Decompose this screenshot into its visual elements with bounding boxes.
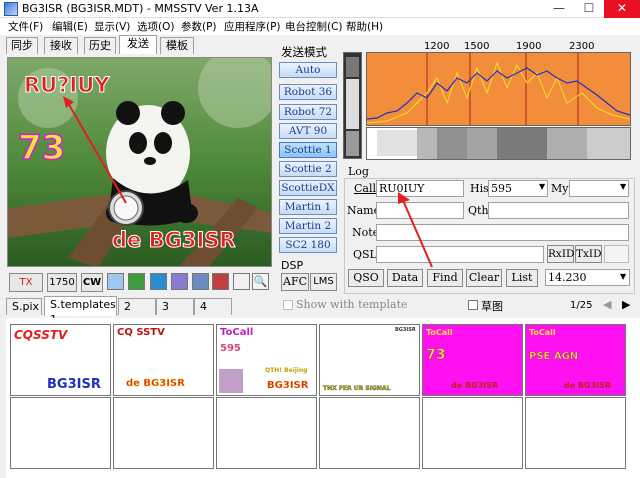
my-dropdown-icon[interactable]: ▼ — [620, 182, 626, 191]
txid-button[interactable]: TxID — [575, 245, 602, 263]
qso-button[interactable]: QSO — [348, 269, 384, 287]
color-bar-icon[interactable] — [212, 273, 229, 290]
cw-button[interactable]: CW — [81, 273, 103, 292]
menu-radio[interactable]: 电台控制(C) — [285, 19, 343, 34]
draft-label: 草图 — [481, 300, 503, 313]
edit-icon[interactable] — [192, 273, 209, 290]
template-cell-empty[interactable] — [319, 397, 420, 469]
qth-field[interactable] — [488, 202, 629, 219]
waterfall-display[interactable] — [366, 127, 631, 160]
tab-spix[interactable]: S.pix — [6, 298, 42, 315]
window-title: BG3ISR (BG3ISR.MDT) - MMSSTV Ver 1.13A — [22, 2, 259, 15]
timer-field[interactable]: 1750 — [47, 273, 77, 292]
blank-icon[interactable] — [233, 273, 250, 290]
show-with-template-checkbox[interactable] — [283, 300, 293, 310]
mode-martin2-button[interactable]: Martin 2 — [279, 218, 337, 234]
his-label: His — [470, 182, 489, 195]
tab-receive[interactable]: 接收 — [44, 37, 78, 54]
tab-template[interactable]: 模板 — [160, 37, 194, 54]
freq-label-1200: 1200 — [424, 41, 450, 52]
freq-label-1900: 1900 — [516, 41, 542, 52]
clear-button[interactable]: Clear — [466, 269, 502, 287]
title-bar: BG3ISR (BG3ISR.MDT) - MMSSTV Ver 1.13A —… — [0, 0, 640, 18]
template-cell[interactable]: CQSSTV BG3ISR — [10, 324, 111, 396]
maximize-button[interactable]: ☐ — [574, 0, 604, 18]
qsl-label: QSL — [353, 248, 377, 261]
level-meter — [343, 52, 362, 159]
afc-button[interactable]: AFC — [281, 273, 309, 291]
tab-templates-1[interactable]: S.templates 1 — [44, 296, 117, 326]
his-dropdown-icon[interactable]: ▼ — [539, 182, 545, 191]
menu-options[interactable]: 选项(O) — [137, 19, 174, 34]
mode-sc2180-button[interactable]: SC2 180 — [279, 237, 337, 253]
template-cell[interactable]: ToCall 73 de BG3ISR — [422, 324, 523, 396]
minimize-button[interactable]: — — [544, 0, 574, 18]
mode-scottiedx-button[interactable]: ScottieDX — [279, 180, 337, 196]
template-cell-empty[interactable] — [216, 397, 317, 469]
template-cell[interactable]: CQ SSTV de BG3ISR — [113, 324, 214, 396]
close-button[interactable]: ✕ — [604, 0, 640, 18]
menu-apps[interactable]: 应用程序(P) — [224, 19, 281, 34]
spectrum-display[interactable] — [366, 52, 631, 126]
overlay-call-text: RU?IUY — [23, 73, 110, 98]
tx-button[interactable]: TX — [9, 273, 43, 292]
menu-view[interactable]: 显示(V) — [94, 19, 130, 34]
show-with-template-label: Show with template — [296, 298, 408, 311]
mode-scottie1-button[interactable]: Scottie 1 — [279, 142, 337, 158]
draft-checkbox[interactable] — [468, 300, 478, 310]
mode-avt90-button[interactable]: AVT 90 — [279, 123, 337, 139]
mode-auto-button[interactable]: Auto — [279, 62, 337, 78]
template-cell[interactable]: ToCall 595 QTH! Beijing BG3ISR — [216, 324, 317, 396]
template-cell-empty[interactable] — [113, 397, 214, 469]
rxid-button[interactable]: RxID — [547, 245, 574, 263]
mode-martin1-button[interactable]: Martin 1 — [279, 199, 337, 215]
tab-send[interactable]: 发送 — [119, 35, 157, 54]
freq-label-2300: 2300 — [569, 41, 595, 52]
menu-edit[interactable]: 编辑(E) — [52, 19, 88, 34]
log-heading: Log — [348, 165, 369, 178]
template-cell-empty[interactable] — [10, 397, 111, 469]
template-cell-empty[interactable] — [422, 397, 523, 469]
dsp-heading: DSP — [281, 259, 304, 272]
qth-label: Qth — [468, 204, 489, 217]
tx-mode-heading: 发送模式 — [281, 45, 327, 59]
zoom-icon[interactable]: 🔍 — [252, 273, 269, 290]
prev-page-icon[interactable]: ◀ — [603, 298, 611, 311]
template-cell[interactable]: BG3ISR TNX FER UR SIGNAL — [319, 324, 420, 396]
tab-templates-3[interactable]: 3 — [156, 298, 194, 315]
image-tool-icon[interactable] — [107, 273, 124, 290]
open-image-icon[interactable] — [128, 273, 145, 290]
call-label: Call — [354, 182, 377, 195]
app-icon — [4, 2, 18, 16]
list-button[interactable]: List — [506, 269, 538, 287]
paste-image-icon[interactable] — [150, 273, 167, 290]
mode-robot36-button[interactable]: Robot 36 — [279, 84, 337, 100]
template-cell[interactable]: ToCall PSE AGN de BG3ISR — [525, 324, 626, 396]
menu-bar: 文件(F) 编辑(E) 显示(V) 选项(O) 参数(P) 应用程序(P) 电台… — [0, 18, 640, 35]
recall-icon[interactable] — [604, 245, 629, 263]
lms-button[interactable]: LMS — [310, 273, 337, 291]
mode-scottie2-button[interactable]: Scottie 2 — [279, 161, 337, 177]
frequency-dropdown-icon[interactable]: ▼ — [620, 272, 626, 281]
template-cell-empty[interactable] — [525, 397, 626, 469]
template-icon[interactable] — [171, 273, 188, 290]
overlay-signature-text: de BG3ISR — [112, 228, 237, 253]
page-indicator: 1/25 — [570, 300, 593, 311]
mode-robot72-button[interactable]: Robot 72 — [279, 104, 337, 120]
my-label: My — [551, 182, 569, 195]
tab-history[interactable]: 历史 — [84, 37, 116, 54]
menu-file[interactable]: 文件(F) — [8, 19, 43, 34]
freq-label-1500: 1500 — [464, 41, 490, 52]
tab-sync[interactable]: 同步 — [6, 37, 38, 54]
menu-help[interactable]: 帮助(H) — [346, 19, 383, 34]
frequency-select[interactable]: 14.230 — [545, 269, 630, 286]
tx-picture[interactable]: RU?IUY 73 de BG3ISR — [7, 57, 272, 267]
overlay-number-text: 73 — [17, 127, 66, 169]
template-grid: CQSSTV BG3ISR CQ SSTV de BG3ISR ToCall 5… — [6, 318, 640, 478]
annotation-arrow — [398, 192, 433, 268]
next-page-icon[interactable]: ▶ — [622, 298, 630, 311]
tab-templates-2[interactable]: 2 — [118, 298, 156, 315]
tab-templates-4[interactable]: 4 — [194, 298, 232, 315]
menu-params[interactable]: 参数(P) — [181, 19, 217, 34]
